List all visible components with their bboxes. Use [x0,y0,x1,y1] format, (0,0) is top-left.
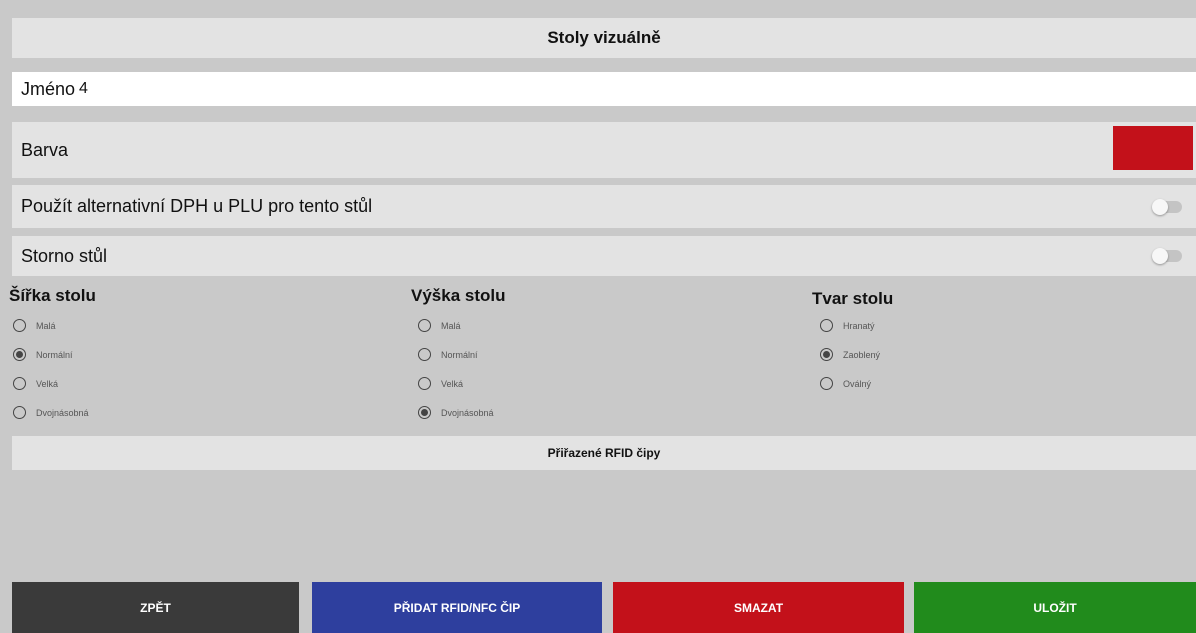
radio-icon [418,319,431,332]
name-input[interactable]: 4 [79,80,88,98]
dialog-title: Stoly vizuálně [12,18,1196,58]
height-group: Výška stolu [411,286,506,306]
dialog-panel: Stoly vizuálně Jméno 4 Barva Použít alte… [0,0,1196,633]
width-option-small[interactable]: Malá [13,319,56,332]
add-rfid-button[interactable]: PŘIDAT RFID/NFC ČIP [312,582,602,633]
alt-vat-row: Použít alternativní DPH u PLU pro tento … [12,185,1196,228]
option-label: Oválný [843,378,872,389]
radio-icon [13,406,26,419]
option-label: Dvojnásobná [441,407,494,418]
toggle-knob [1152,198,1168,215]
height-group-title: Výška stolu [411,286,506,305]
alt-vat-label: Použít alternativní DPH u PLU pro tento … [21,196,373,216]
option-label: Hranatý [843,320,875,331]
radio-icon [418,348,431,361]
shape-group-title: Tvar stolu [812,289,894,308]
radio-selected-icon [820,348,833,361]
option-label: Normální [441,349,478,360]
radio-icon [820,319,833,332]
storno-toggle[interactable] [1152,248,1182,264]
width-group-title: Šířka stolu [9,286,96,305]
name-row[interactable]: Jméno 4 [12,72,1196,106]
height-option-small[interactable]: Malá [418,319,461,332]
height-option-normal[interactable]: Normální [418,348,478,361]
option-label: Dvojnásobná [36,407,89,418]
delete-button[interactable]: SMAZAT [613,582,904,633]
option-label: Malá [441,320,461,331]
save-button[interactable]: ULOŽIT [914,582,1196,633]
color-row: Barva [12,122,1196,178]
storno-row: Storno stůl [12,236,1196,276]
alt-vat-toggle[interactable] [1152,198,1182,215]
toggle-knob [1152,248,1168,264]
radio-icon [820,377,833,390]
height-option-large[interactable]: Velká [418,377,463,390]
color-swatch-button[interactable] [1113,126,1193,170]
option-label: Velká [441,378,464,389]
back-button[interactable]: ZPĚT [12,582,299,633]
radio-selected-icon [418,406,431,419]
radio-icon [13,319,26,332]
option-label: Zaoblený [843,349,881,360]
radio-icon [418,377,431,390]
storno-label: Storno stůl [21,245,108,266]
height-option-double[interactable]: Dvojnásobná [418,406,494,419]
option-label: Normální [36,349,73,360]
width-option-double[interactable]: Dvojnásobná [13,406,89,419]
width-group: Šířka stolu [9,286,96,306]
radio-selected-icon [13,348,26,361]
shape-option-oval[interactable]: Oválný [820,377,871,390]
color-label: Barva [21,139,69,160]
rfid-chips-header: Přiřazené RFID čipy [12,436,1196,470]
shape-option-square[interactable]: Hranatý [820,319,875,332]
radio-icon [13,377,26,390]
width-option-large[interactable]: Velká [13,377,58,390]
shape-option-rounded[interactable]: Zaoblený [820,348,880,361]
option-label: Malá [36,320,56,331]
name-label: Jméno [21,78,76,99]
width-option-normal[interactable]: Normální [13,348,73,361]
shape-group: Tvar stolu [812,289,893,309]
option-label: Velká [36,378,59,389]
